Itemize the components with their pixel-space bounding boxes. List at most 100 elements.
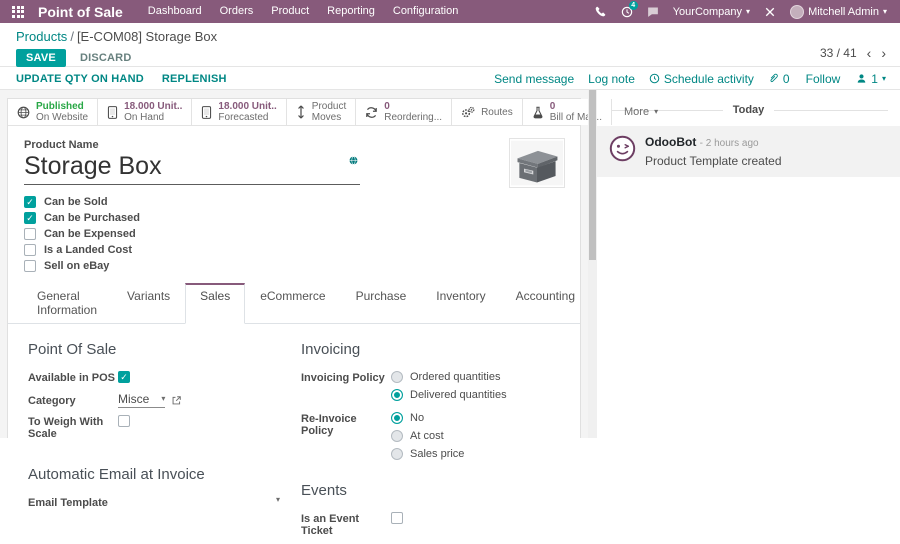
stat-button-routes[interactable]: Routes — [452, 99, 523, 125]
paperclip-icon — [768, 73, 779, 84]
menu-product[interactable]: Product — [262, 0, 318, 23]
field-is-event-ticket: Is an Event Ticket — [301, 512, 564, 537]
breadcrumb-products-link[interactable]: Products — [16, 29, 67, 44]
email-template-dropdown[interactable]: ▾ — [118, 496, 280, 504]
arrows-up-down-icon — [296, 105, 306, 119]
storage-box-image — [511, 140, 563, 186]
tab-variants[interactable]: Variants — [112, 283, 185, 324]
schedule-activity-button[interactable]: Schedule activity — [649, 72, 754, 86]
radio-no[interactable]: No — [391, 412, 464, 424]
email-section-title: Automatic Email at Invoice — [28, 466, 283, 483]
field-to-weigh: To Weigh With Scale — [28, 415, 283, 440]
radio-ordered-quantities[interactable]: Ordered quantities — [391, 371, 507, 383]
stat-button-reordering-rules[interactable]: 0Reordering... — [356, 99, 452, 125]
menu-reporting[interactable]: Reporting — [318, 0, 384, 23]
field-invoicing-policy: Invoicing Policy Ordered quantities Deli… — [301, 371, 564, 401]
replenish-button[interactable]: REPLENISH — [162, 73, 227, 85]
form-statusbar: UPDATE QTY ON HAND REPLENISH — [0, 68, 473, 89]
product-name-input[interactable] — [24, 152, 324, 184]
radio-selected-icon — [391, 389, 403, 401]
menu-configuration[interactable]: Configuration — [384, 0, 467, 23]
tab-sales[interactable]: Sales — [185, 283, 245, 324]
send-message-button[interactable]: Send message — [494, 72, 574, 86]
activity-badge: 4 — [629, 1, 638, 10]
radio-selected-icon — [391, 412, 403, 424]
main-menu: Dashboard Orders Product Reporting Confi… — [139, 0, 468, 23]
available-in-pos-checkbox[interactable]: ✓ — [118, 371, 130, 383]
log-note-button[interactable]: Log note — [588, 72, 635, 86]
top-navbar: Point of Sale Dashboard Orders Product R… — [0, 0, 900, 23]
pager-value[interactable]: 33 / 41 — [820, 46, 857, 60]
radio-delivered-quantities[interactable]: Delivered quantities — [391, 389, 507, 401]
pager: 33 / 41 ‹ › — [820, 46, 886, 60]
update-qty-on-hand-button[interactable]: UPDATE QTY ON HAND — [16, 73, 144, 85]
mobile-icon — [201, 106, 212, 119]
stat-more-button[interactable]: More ▾ — [612, 99, 670, 125]
user-icon — [856, 73, 867, 84]
stat-button-forecasted[interactable]: 18.000 Unit..Forecasted — [192, 99, 286, 125]
caret-down-icon: ▾ — [882, 75, 886, 83]
invoicing-section: Invoicing Invoicing Policy Ordered quant… — [301, 341, 564, 544]
breadcrumb-current: [E-COM08] Storage Box — [77, 29, 217, 44]
activities-icon[interactable]: 4 — [614, 0, 640, 23]
product-image[interactable] — [509, 138, 565, 188]
radio-sales-price[interactable]: Sales price — [391, 448, 464, 460]
messages-icon[interactable] — [640, 0, 666, 23]
sell-on-ebay-checkbox[interactable] — [24, 260, 36, 272]
menu-dashboard[interactable]: Dashboard — [139, 0, 211, 23]
option-sell-on-ebay: Sell on eBay — [24, 259, 564, 272]
caret-down-icon: ▾ — [161, 395, 165, 403]
can-be-sold-checkbox[interactable]: ✓ — [24, 196, 36, 208]
app-title[interactable]: Point of Sale — [30, 4, 139, 20]
odoobot-avatar — [609, 135, 636, 162]
radio-icon — [391, 371, 403, 383]
message-author: OdooBot — [645, 135, 696, 149]
translate-globe-icon[interactable] — [349, 156, 358, 165]
tab-general-information[interactable]: General Information — [22, 283, 112, 324]
phone-icon[interactable] — [588, 0, 614, 23]
attachments-button[interactable]: 0 — [768, 72, 790, 86]
external-link-icon[interactable] — [171, 395, 182, 406]
menu-orders[interactable]: Orders — [211, 0, 263, 23]
save-button[interactable]: SAVE — [16, 49, 66, 67]
form-sheet: PublishedOn Website 18.000 Unit..On Hand… — [7, 98, 581, 438]
can-be-expensed-checkbox[interactable] — [24, 228, 36, 240]
stat-button-website[interactable]: PublishedOn Website — [8, 99, 98, 125]
tab-accounting[interactable]: Accounting — [501, 283, 590, 324]
scrollbar-thumb[interactable] — [589, 90, 596, 260]
user-avatar — [790, 5, 804, 19]
user-menu[interactable]: Mitchell Admin ▾ — [783, 5, 894, 19]
stat-button-on-hand[interactable]: 18.000 Unit..On Hand — [98, 99, 192, 125]
followers-button[interactable]: 1 ▾ — [856, 72, 886, 86]
message-timestamp: - 2 hours ago — [700, 138, 759, 149]
is-event-ticket-checkbox[interactable] — [391, 512, 403, 524]
gears-icon — [461, 106, 475, 119]
apps-menu-button[interactable] — [6, 0, 30, 23]
chatter-message: OdooBot - 2 hours ago Product Template c… — [597, 126, 900, 177]
product-flags: ✓ Can be Sold ✓ Can be Purchased Can be … — [8, 185, 580, 272]
company-switcher[interactable]: YourCompany ▾ — [666, 6, 757, 18]
pager-previous-icon[interactable]: ‹ — [867, 47, 872, 59]
is-landed-cost-checkbox[interactable] — [24, 244, 36, 256]
pager-next-icon[interactable]: › — [881, 47, 886, 59]
caret-down-icon: ▾ — [276, 496, 280, 504]
mobile-icon — [107, 106, 118, 119]
vertical-scrollbar[interactable] — [588, 90, 597, 438]
pos-section-title: Point Of Sale — [28, 341, 283, 358]
tab-ecommerce[interactable]: eCommerce — [245, 283, 340, 324]
events-section: Events Is an Event Ticket — [301, 482, 564, 537]
discard-button[interactable]: DISCARD — [80, 52, 132, 64]
radio-icon — [391, 430, 403, 442]
stat-button-bom[interactable]: 0Bill of Mat... — [523, 99, 612, 125]
category-dropdown[interactable]: Misce ▾ — [118, 392, 165, 408]
debug-icon[interactable] — [757, 0, 783, 23]
tab-purchase[interactable]: Purchase — [341, 283, 422, 324]
field-reinvoice-policy: Re-Invoice Policy No At cost — [301, 412, 564, 460]
tab-inventory[interactable]: Inventory — [421, 283, 500, 324]
to-weigh-checkbox[interactable] — [118, 415, 130, 427]
follow-button[interactable]: Follow — [806, 72, 841, 86]
radio-at-cost[interactable]: At cost — [391, 430, 464, 442]
stat-button-product-moves[interactable]: ProductMoves — [287, 99, 356, 125]
can-be-purchased-checkbox[interactable]: ✓ — [24, 212, 36, 224]
product-name-label: Product Name — [24, 139, 564, 151]
